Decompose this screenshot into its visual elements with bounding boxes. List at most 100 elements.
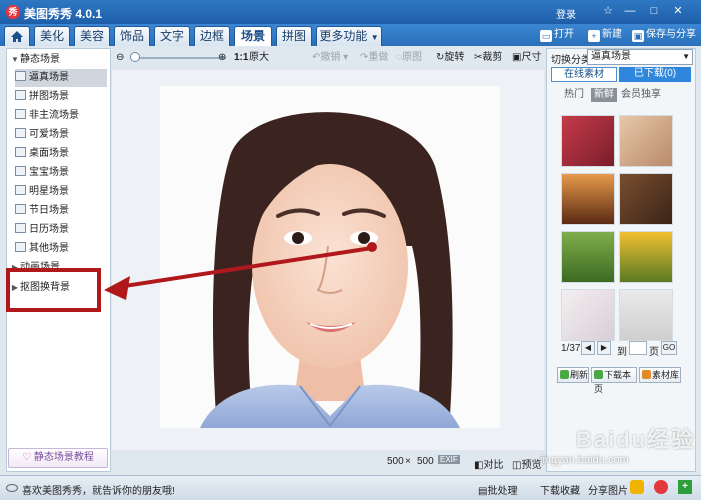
redo-label: 重做 [368, 52, 389, 63]
chevron-down-icon: ▼ [370, 33, 379, 42]
compare-button[interactable]: ◧对比 [474, 456, 503, 471]
static-scenes-label: 静态场景 [20, 54, 60, 65]
home-icon [11, 31, 23, 42]
static-scene-tutorial-button[interactable]: ♡ 静态场景教程 [8, 448, 108, 468]
subtab-new[interactable]: 新鲜 [591, 88, 617, 102]
redo-button[interactable]: ↷重做 [360, 51, 388, 65]
batch-label: 批处理 [487, 486, 518, 497]
material-thumbnail[interactable] [619, 115, 673, 167]
tab-online-materials[interactable]: 在线素材 [551, 67, 617, 82]
rotate-button[interactable]: ↻旋转 [436, 51, 464, 65]
scene-icon [15, 128, 26, 138]
next-page-button[interactable]: ▶ [597, 341, 611, 355]
page-number-input[interactable] [629, 341, 647, 355]
reset-label: 原图 [401, 52, 422, 63]
scene-item-collage[interactable]: 拼图场景 [15, 88, 107, 106]
prev-page-button[interactable]: ◀ [581, 341, 595, 355]
scene-item-calendar[interactable]: 日历场景 [15, 221, 107, 239]
tab-frame[interactable]: 边框 [194, 26, 230, 46]
material-thumbnail[interactable] [561, 289, 615, 341]
scene-icon [15, 204, 26, 214]
page-indicator: 1/37 [561, 343, 581, 354]
chevron-down-icon: ▼ [682, 52, 690, 61]
open-label: 打开 [554, 29, 574, 40]
scene-icon [15, 242, 26, 252]
goto-label: 到 [617, 347, 627, 358]
photo-canvas[interactable] [112, 70, 544, 450]
scene-item-other[interactable]: 其他场景 [15, 240, 107, 258]
exif-button[interactable]: EXIF [438, 455, 460, 464]
add-icon[interactable]: + [678, 480, 692, 494]
scene-item-label: 日历场景 [29, 224, 69, 235]
batch-button[interactable]: ▤批处理 [478, 482, 517, 497]
ratio-label[interactable]: 1:1 [234, 51, 248, 65]
zoom-slider[interactable] [132, 57, 226, 59]
qzone-icon[interactable] [630, 480, 644, 494]
zoom-out-icon[interactable]: ⊖ [116, 51, 124, 65]
new-button[interactable]: + 新建 [588, 27, 622, 43]
status-message: 喜欢美图秀秀，就告诉你的朋友哦! [22, 486, 175, 497]
tab-text[interactable]: 文字 [154, 26, 190, 46]
crop-button[interactable]: ✂裁剪 [474, 51, 502, 65]
material-thumbnail[interactable] [619, 173, 673, 225]
home-button[interactable] [4, 26, 30, 46]
weibo-icon[interactable] [654, 480, 668, 494]
rotate-label: 旋转 [444, 52, 465, 63]
scene-item-label: 节日场景 [29, 205, 69, 216]
scene-item-holiday[interactable]: 节日场景 [15, 202, 107, 220]
static-scenes-group[interactable]: ▼静态场景 [7, 51, 110, 69]
login-link[interactable]: 登录 [556, 6, 576, 21]
maximize-button[interactable]: □ [646, 4, 662, 18]
material-thumbnail[interactable] [561, 115, 615, 167]
scene-item-desktop[interactable]: 桌面场景 [15, 145, 107, 163]
scene-item-label: 其他场景 [29, 243, 69, 254]
tab-face[interactable]: 美容 [74, 26, 110, 46]
eye-icon [6, 484, 18, 492]
go-button[interactable]: GO [661, 341, 677, 355]
portrait-photo[interactable] [160, 86, 500, 428]
material-thumbnail[interactable] [619, 231, 673, 283]
scene-item-realistic[interactable]: 逼真场景 [15, 69, 107, 87]
minimize-button[interactable]: — [622, 4, 638, 18]
tab-downloaded[interactable]: 已下载(0) [619, 67, 691, 82]
subtab-member[interactable]: 会员独享 [621, 88, 661, 102]
material-thumbnail[interactable] [561, 173, 615, 225]
scene-item-baby[interactable]: 宝宝场景 [15, 164, 107, 182]
edit-toolbar: ⊖ ⊕ 1:1 原大 ↶撤销 ▾ ↷重做 ◌原图 ↻旋转 ✂裁剪 ▣尺寸 [112, 48, 544, 68]
material-library-button[interactable]: 素材库 [639, 367, 681, 383]
zoom-slider-handle[interactable] [130, 52, 140, 62]
material-thumbnail[interactable] [561, 231, 615, 283]
share-photo-button[interactable]: 分享图片 [588, 482, 628, 497]
size-button[interactable]: ▣尺寸 [512, 51, 541, 65]
scene-icon [15, 166, 26, 176]
download-page-button[interactable]: 下载本页 [591, 367, 637, 394]
image-height: 500 [417, 456, 434, 467]
download-favorites-button[interactable]: 下载收藏 [540, 482, 580, 497]
scene-item-star[interactable]: 明星场景 [15, 183, 107, 201]
skin-icon[interactable]: ☆ [600, 4, 616, 18]
scene-item-non-mainstream[interactable]: 非主流场景 [15, 107, 107, 125]
material-thumbnail[interactable] [619, 289, 673, 341]
reset-original-button[interactable]: ◌原图 [396, 51, 422, 65]
category-value: 逼真场景 [591, 51, 631, 62]
zoom-in-icon[interactable]: ⊕ [218, 51, 226, 65]
scene-icon [15, 223, 26, 233]
original-size-button[interactable]: 原大 [249, 51, 269, 65]
subtab-hot[interactable]: 热门 [561, 88, 587, 102]
close-button[interactable]: ✕ [670, 4, 686, 18]
tab-collage[interactable]: 拼图 [276, 26, 312, 46]
save-icon: ▣ [632, 30, 644, 42]
refresh-button[interactable]: 刷新 [557, 367, 589, 383]
tab-beautify[interactable]: 美化 [34, 26, 70, 46]
category-select[interactable]: 逼真场景 ▼ [587, 49, 693, 65]
undo-button[interactable]: ↶撤销 ▾ [312, 51, 348, 65]
tab-more[interactable]: 更多功能 ▼ [316, 26, 382, 46]
open-button[interactable]: ▭ 打开 [540, 27, 574, 43]
scene-icon [15, 147, 26, 157]
scene-item-cute[interactable]: 可爱场景 [15, 126, 107, 144]
tab-accessories[interactable]: 饰品 [114, 26, 150, 46]
save-share-button[interactable]: ▣ 保存与分享 [632, 27, 696, 43]
scene-icon [15, 90, 26, 100]
image-width: 500 [387, 456, 404, 467]
tab-scene[interactable]: 场景 [234, 26, 272, 46]
